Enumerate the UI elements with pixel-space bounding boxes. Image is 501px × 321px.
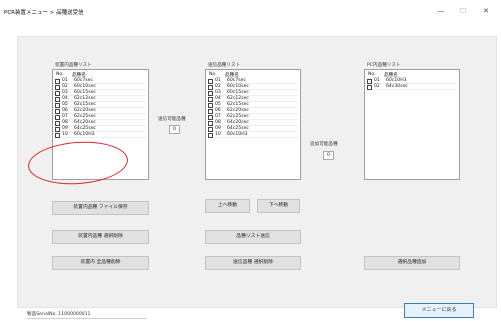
pc-list[interactable]: No. 品種名 01 60c10H3 02 64c30sec xyxy=(364,69,460,180)
sendable-count: 0 xyxy=(169,125,180,134)
checkbox[interactable] xyxy=(55,78,60,84)
maximize-icon[interactable]: ☐ xyxy=(455,5,471,17)
delete-send-selected-button[interactable]: 送信品種 選択削除 xyxy=(205,256,301,270)
row-name: 60c10H3 xyxy=(227,132,248,137)
list-item[interactable]: 10 60c10H3 xyxy=(208,132,298,138)
checkbox[interactable] xyxy=(55,84,60,90)
device-list-label: 装置内品種リスト xyxy=(55,63,92,68)
row-name: 60c10H3 xyxy=(74,132,95,137)
sendable-label: 送信可能品種 xyxy=(158,117,186,122)
row-number: 02 xyxy=(374,84,380,89)
column-no: No. xyxy=(368,72,376,77)
column-no: No. xyxy=(56,72,64,77)
checkbox[interactable] xyxy=(55,90,60,96)
checkbox[interactable] xyxy=(55,132,60,138)
send-list-rows: 01 60c7sec 02 60c10sec 03 60c15sec 04 62c12sec 0… xyxy=(208,78,298,138)
send-list-button[interactable]: 品種リスト送信 xyxy=(205,230,301,244)
title-bar: PCR装置メニュー > 品種送受信 — ☐ ✕ xyxy=(0,0,501,22)
serial-number: 製品SerialNo. 11000000011 xyxy=(27,312,91,317)
window-title: PCR装置メニュー > 品種送受信 xyxy=(4,10,84,16)
move-down-button[interactable]: 下へ移動 xyxy=(257,199,300,213)
checkbox[interactable] xyxy=(55,102,60,108)
delete-device-all-button[interactable]: 装置内 全品種削除 xyxy=(52,256,149,270)
row-number: 10 xyxy=(215,132,221,137)
send-list[interactable]: No. 品種名 01 60c7sec 02 60c10sec 03 60c15sec 04 6… xyxy=(205,69,301,180)
checkbox[interactable] xyxy=(367,78,372,84)
save-device-file-button[interactable]: 装置内品種 ファイル保存 xyxy=(52,201,149,215)
addable-count: 0 xyxy=(323,151,334,160)
checkbox[interactable] xyxy=(208,96,213,102)
move-up-button[interactable]: 上へ移動 xyxy=(205,199,250,213)
checkbox[interactable] xyxy=(208,132,213,138)
pc-list-label: PC内品種リスト xyxy=(367,63,401,68)
row-number: 10 xyxy=(62,132,68,137)
column-no: No. xyxy=(209,72,217,77)
checkbox[interactable] xyxy=(55,96,60,102)
checkbox[interactable] xyxy=(208,90,213,96)
checkbox[interactable] xyxy=(55,114,60,120)
add-selected-button[interactable]: 選択品種追加 xyxy=(364,256,460,270)
checkbox[interactable] xyxy=(208,108,213,114)
checkbox[interactable] xyxy=(367,84,372,90)
checkbox[interactable] xyxy=(55,108,60,114)
device-list-rows: 01 60c7sec 02 60c10sec 03 60c15sec 04 62c12sec 0… xyxy=(55,78,146,138)
checkbox[interactable] xyxy=(208,84,213,90)
back-to-menu-button[interactable]: メニューに戻る xyxy=(404,303,474,318)
list-item[interactable]: 02 64c30sec xyxy=(367,84,457,90)
checkbox[interactable] xyxy=(208,114,213,120)
divider xyxy=(27,318,147,319)
checkbox[interactable] xyxy=(55,120,60,126)
checkbox[interactable] xyxy=(208,102,213,108)
addable-label: 追加可能品種 xyxy=(310,142,338,147)
checkbox[interactable] xyxy=(208,120,213,126)
delete-device-selected-button[interactable]: 装置内品種 選択削除 xyxy=(52,230,149,244)
checkbox[interactable] xyxy=(208,78,213,84)
send-list-label: 送信品種リスト xyxy=(208,63,241,68)
list-item[interactable]: 10 60c10H3 xyxy=(55,132,146,138)
row-name: 64c30sec xyxy=(386,84,408,89)
close-icon[interactable]: ✕ xyxy=(478,5,494,17)
minimize-icon[interactable]: — xyxy=(433,5,449,17)
pc-list-rows: 01 60c10H3 02 64c30sec xyxy=(367,78,457,90)
checkbox[interactable] xyxy=(208,126,213,132)
checkbox[interactable] xyxy=(55,126,60,132)
